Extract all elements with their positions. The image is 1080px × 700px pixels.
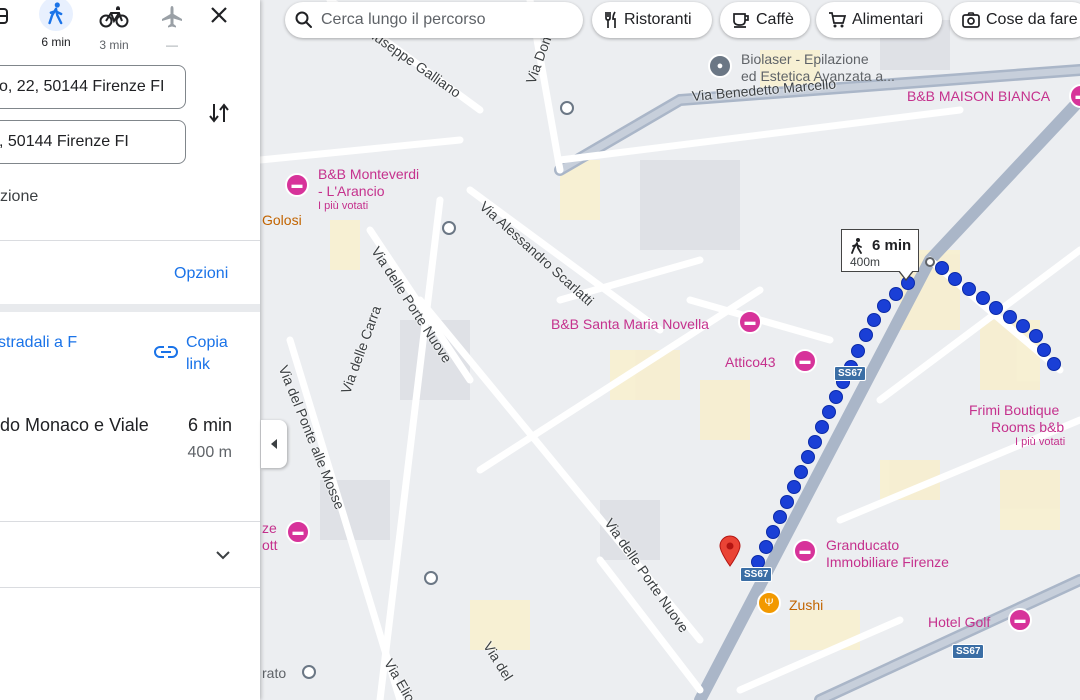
search-placeholder: Cerca lungo il percorso xyxy=(321,11,486,28)
mode-bicycle[interactable]: 3 min xyxy=(84,0,144,52)
transit-stop-icon[interactable] xyxy=(560,101,574,115)
chevron-down-icon xyxy=(216,551,230,560)
restaurant-icon xyxy=(605,11,616,28)
place-pin-icon[interactable]: ● xyxy=(708,54,732,78)
transit-stop-icon[interactable] xyxy=(302,665,316,679)
hotel-icon[interactable]: ▬ xyxy=(738,310,762,334)
poi-label: Frimi Boutique xyxy=(969,402,1060,418)
bus-icon xyxy=(0,8,8,24)
hotel-icon[interactable]: ▬ xyxy=(1008,608,1032,632)
mode-flight[interactable]: — xyxy=(142,0,202,52)
close-directions-button[interactable] xyxy=(206,2,232,28)
chip-label: Ristoranti xyxy=(624,11,692,28)
route-time: 6 min xyxy=(187,415,232,435)
airplane-icon xyxy=(162,6,182,28)
directions-panel: 6 min 3 min — o, 22, 50144 Firenze FI , … xyxy=(0,0,260,700)
walk-icon xyxy=(48,2,63,25)
route-option[interactable]: do Monaco e Viale 6 min 400 m xyxy=(0,400,260,520)
depart-options-text[interactable]: zione xyxy=(0,188,38,206)
tooltip-distance: 400m xyxy=(850,255,881,269)
close-icon xyxy=(211,7,227,23)
poi-label: ze xyxy=(262,520,277,536)
poi-label: ott xyxy=(262,537,278,553)
send-directions-link[interactable]: stradali a F xyxy=(0,332,88,354)
mode-walking[interactable]: 6 min xyxy=(26,0,86,49)
transit-stop-icon[interactable] xyxy=(442,221,456,235)
mode-label: — xyxy=(166,38,178,52)
divider xyxy=(0,240,260,241)
route-distance: 400 m xyxy=(187,444,232,461)
chip-label: Alimentari xyxy=(852,11,924,28)
chevron-left-icon xyxy=(271,439,277,449)
swap-directions-button[interactable] xyxy=(206,100,232,126)
poi-label: B&B Monteverdi xyxy=(318,166,420,182)
poi-monteverdi[interactable]: B&B Monteverdi - L'Arancio I più votati xyxy=(318,166,419,213)
chip-label: Cose da fare xyxy=(986,11,1078,28)
poi-golosi[interactable]: Golosi xyxy=(262,212,302,229)
hotel-icon[interactable]: ▬ xyxy=(793,349,817,373)
hotel-icon[interactable]: ▬ xyxy=(285,173,309,197)
destination-field[interactable]: , 50144 Firenze FI xyxy=(0,120,186,164)
walk-icon xyxy=(851,238,862,254)
poi-attico43[interactable]: Attico43 xyxy=(725,354,776,371)
road-shield: SS67 xyxy=(952,644,985,659)
chip-label: Caffè xyxy=(756,11,794,28)
options-link[interactable]: Opzioni xyxy=(174,263,228,285)
route-name: do Monaco e Viale xyxy=(0,415,149,435)
bicycle-icon xyxy=(99,6,129,28)
poi-rating: I più votati xyxy=(1015,436,1066,448)
copy-link-button[interactable]: Copia link xyxy=(186,332,246,376)
road-shield: SS67 xyxy=(740,567,773,582)
swap-icon xyxy=(209,103,229,123)
chip-things-to-do[interactable]: Cose da fare xyxy=(950,2,1080,38)
mode-label: 6 min xyxy=(41,35,71,49)
divider xyxy=(0,521,260,522)
search-along-route-box[interactable]: Cerca lungo il percorso xyxy=(285,2,583,38)
expand-route-details-button[interactable] xyxy=(212,544,234,566)
collapse-panel-button[interactable] xyxy=(261,420,287,468)
origin-field[interactable]: o, 22, 50144 Firenze FI xyxy=(0,65,186,109)
mode-label: 3 min xyxy=(99,38,129,52)
hotel-icon[interactable]: ▬ xyxy=(286,520,310,544)
tooltip-time: 6 min xyxy=(872,237,912,254)
poi-zushi[interactable]: Zushi xyxy=(789,597,823,614)
chip-groceries[interactable]: Alimentari xyxy=(816,2,942,38)
poi-biolaser[interactable]: Biolaser - Epilazione ed Estetica Avanza… xyxy=(741,51,895,85)
link-icon xyxy=(154,346,178,358)
poi-granducato[interactable]: Granducato Immobiliare Firenze xyxy=(826,537,949,571)
poi-label: Rooms b&b xyxy=(991,419,1065,435)
chip-cafe[interactable]: Caffè xyxy=(720,2,810,38)
road-shield: SS67 xyxy=(834,366,867,381)
restaurant-icon[interactable]: Ψ xyxy=(757,591,781,615)
camera-icon xyxy=(962,12,980,28)
poi-partial-rato[interactable]: rato xyxy=(262,665,286,682)
poi-label: Immobiliare Firenze xyxy=(826,554,949,570)
poi-label: - L'Arancio xyxy=(318,183,385,199)
hotel-icon[interactable]: ▬ xyxy=(793,539,817,563)
poi-label: Granducato xyxy=(826,537,900,553)
poi-label: ed Estetica Avanzata a... xyxy=(741,68,895,84)
cart-icon xyxy=(829,12,846,28)
coffee-icon xyxy=(733,13,749,28)
transit-stop-icon[interactable] xyxy=(424,571,438,585)
poi-santa-maria-novella[interactable]: B&B Santa Maria Novella xyxy=(551,316,709,333)
poi-partial-ze[interactable]: ze ott xyxy=(262,520,278,554)
divider xyxy=(0,587,260,588)
chip-restaurants[interactable]: Ristoranti xyxy=(592,2,712,38)
poi-rating: I più votati xyxy=(318,200,369,212)
search-icon xyxy=(295,11,312,28)
section-separator xyxy=(0,304,260,312)
poi-maison-bianca[interactable]: B&B MAISON BIANCA xyxy=(907,88,1050,105)
poi-frimi[interactable]: Frimi Boutique Rooms b&b I più votati xyxy=(969,402,1065,449)
poi-label: Biolaser - Epilazione xyxy=(741,51,869,67)
poi-hotel-golf[interactable]: Hotel Golf xyxy=(928,614,990,631)
route-duration-tooltip[interactable]: 6 min 400m xyxy=(841,229,919,281)
